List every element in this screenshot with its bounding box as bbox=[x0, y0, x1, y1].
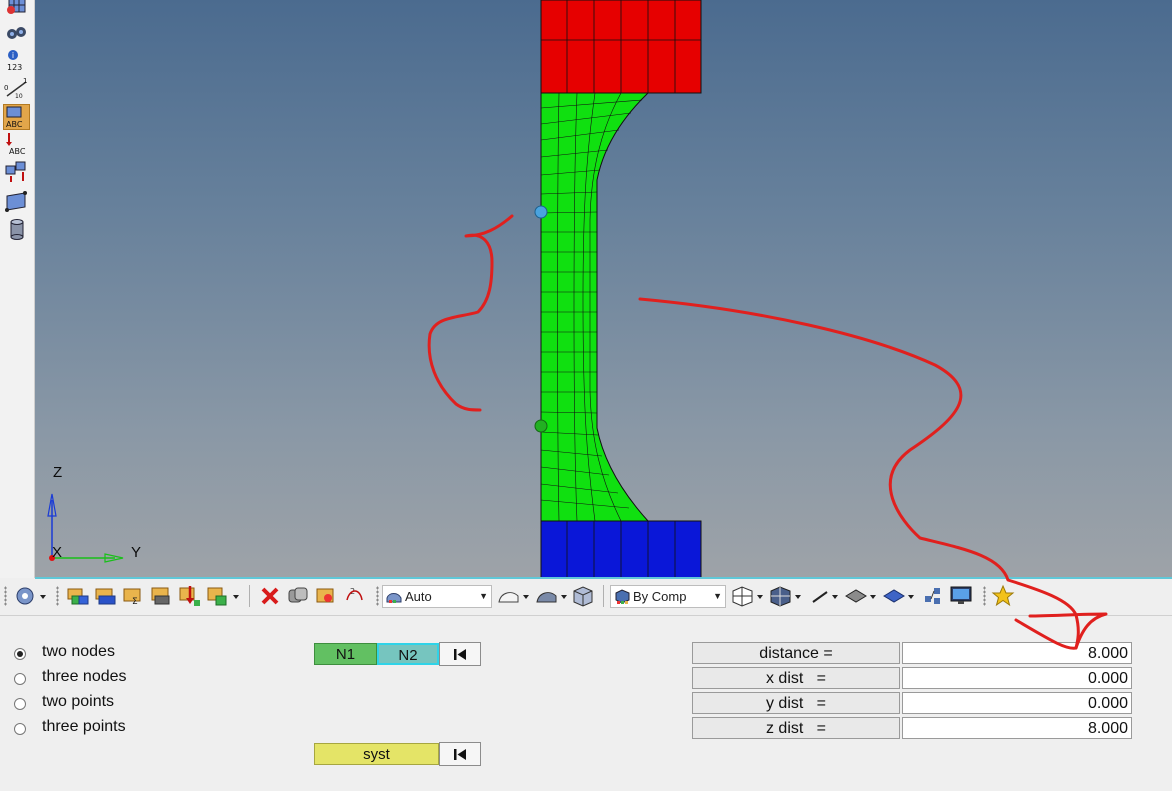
node-2-selector-button[interactable]: N2 bbox=[377, 643, 439, 665]
shaded-mesh-icon[interactable] bbox=[768, 584, 804, 608]
option-label: two points bbox=[42, 693, 115, 710]
properties-icon[interactable] bbox=[150, 584, 174, 608]
rotate-view-icon[interactable] bbox=[12, 584, 46, 608]
measure-panel: two nodes three nodes two points three p… bbox=[0, 616, 1172, 791]
selected-node-2[interactable] bbox=[534, 419, 548, 433]
x-axis-label: X bbox=[52, 544, 63, 561]
toolbar-grip[interactable] bbox=[4, 586, 7, 606]
reset-system-button[interactable] bbox=[439, 742, 481, 766]
top-red-component bbox=[540, 0, 702, 94]
model-browser-icon[interactable] bbox=[206, 584, 240, 608]
toolbar-grip-4[interactable] bbox=[983, 586, 986, 606]
selected-node-1[interactable] bbox=[534, 205, 548, 219]
toolbar-grip-2[interactable] bbox=[56, 586, 59, 606]
skip-to-start-icon bbox=[454, 649, 466, 660]
svg-text:i: i bbox=[12, 51, 14, 60]
renumber-icon[interactable] bbox=[314, 584, 338, 608]
cylinder-icon[interactable] bbox=[3, 216, 29, 240]
plane-icon[interactable] bbox=[3, 190, 29, 214]
radio-unselected[interactable] bbox=[14, 673, 26, 685]
line-style-icon[interactable] bbox=[810, 584, 840, 608]
toolbar-separator bbox=[249, 585, 250, 607]
option-label: three points bbox=[42, 718, 126, 735]
radio-unselected[interactable] bbox=[14, 723, 26, 735]
z-axis-label: Z bbox=[53, 464, 63, 481]
assemblies-icon[interactable] bbox=[94, 584, 118, 608]
bottom-blue-component bbox=[540, 520, 702, 577]
transform-icon[interactable] bbox=[3, 160, 29, 184]
components-icon[interactable] bbox=[66, 584, 90, 608]
info-123-label: 123 bbox=[7, 63, 22, 72]
option-label: two nodes bbox=[42, 643, 115, 660]
fe-model bbox=[534, 0, 702, 577]
skip-to-start-icon bbox=[454, 749, 466, 760]
z-dist-field[interactable]: 8.000 bbox=[902, 717, 1132, 739]
x-dist-field[interactable]: 0.000 bbox=[902, 667, 1132, 689]
y-dist-label: y dist = bbox=[692, 692, 900, 714]
visualization-mode-value: Auto bbox=[405, 589, 432, 604]
x-dist-label: x dist = bbox=[692, 667, 900, 689]
graphics-viewport[interactable]: Z X Y bbox=[35, 0, 1172, 579]
y-axis-label: Y bbox=[131, 544, 142, 561]
load-steps-icon[interactable] bbox=[178, 584, 202, 608]
color-mode-value: By Comp bbox=[633, 589, 687, 604]
solid-cube-icon[interactable] bbox=[570, 584, 596, 608]
axis-start-label: 0 bbox=[4, 84, 8, 92]
axis-mid-label: 10 bbox=[15, 93, 23, 100]
z-dist-label: z dist = bbox=[692, 717, 900, 739]
toolbar-separator-2 bbox=[603, 585, 604, 607]
color-cube-icon bbox=[615, 589, 630, 604]
color-mode-dropdown[interactable]: By Comp ▼ bbox=[610, 585, 726, 608]
axis-end-label: 1 bbox=[23, 77, 27, 85]
radio-selected[interactable] bbox=[14, 648, 26, 660]
node-1-selector-button[interactable]: N1 bbox=[314, 643, 377, 665]
main-toolbar: Σ 2 Auto ▼ By Comp ▼ bbox=[0, 579, 1172, 616]
option-label: three nodes bbox=[42, 668, 127, 685]
arrow-abc-text: ABC bbox=[9, 147, 26, 156]
label-abc-text: ABC bbox=[6, 120, 23, 129]
left-toolbar: i 123 0 1 10 ABC ABC bbox=[0, 0, 35, 578]
wireframe-surface-icon[interactable] bbox=[496, 584, 530, 608]
shaded-surface-icon[interactable] bbox=[534, 584, 568, 608]
binoculars-icon[interactable] bbox=[3, 20, 29, 44]
measure-axis-icon[interactable]: 0 1 10 bbox=[3, 76, 29, 100]
y-dist-field[interactable]: 0.000 bbox=[902, 692, 1132, 714]
mesh-view-icon[interactable] bbox=[3, 0, 29, 18]
radio-unselected[interactable] bbox=[14, 698, 26, 710]
chevron-down-icon: ▼ bbox=[713, 591, 722, 601]
load-collectors-icon[interactable]: Σ bbox=[122, 584, 146, 608]
spinner-icon[interactable]: 2 bbox=[342, 584, 366, 608]
svg-text:Σ: Σ bbox=[132, 597, 138, 607]
visualization-mode-dropdown[interactable]: Auto ▼ bbox=[382, 585, 492, 608]
delete-icon[interactable] bbox=[258, 584, 282, 608]
mesh-lines-icon[interactable] bbox=[730, 584, 766, 608]
arrow-abc-icon[interactable]: ABC bbox=[3, 132, 29, 156]
distance-field[interactable]: 8.000 bbox=[902, 642, 1132, 664]
reset-nodes-button[interactable] bbox=[439, 642, 481, 666]
toolbar-grip-3[interactable] bbox=[376, 586, 379, 606]
monitor-icon[interactable] bbox=[949, 584, 973, 608]
middle-green-component bbox=[540, 92, 650, 522]
shaded-plane-icon[interactable] bbox=[882, 584, 916, 608]
plane-shape-icon[interactable] bbox=[844, 584, 878, 608]
organize-icon[interactable] bbox=[286, 584, 310, 608]
chevron-down-icon: ▼ bbox=[479, 591, 488, 601]
favorite-star-icon[interactable] bbox=[991, 584, 1015, 608]
system-selector-button[interactable]: syst bbox=[314, 743, 439, 765]
tree-diagram-icon[interactable] bbox=[922, 584, 946, 608]
shaded-elements-icon bbox=[386, 593, 402, 603]
distance-label: distance = bbox=[692, 642, 900, 664]
info-123-icon[interactable]: i 123 bbox=[3, 48, 29, 72]
label-abc-icon[interactable]: ABC bbox=[3, 104, 30, 130]
